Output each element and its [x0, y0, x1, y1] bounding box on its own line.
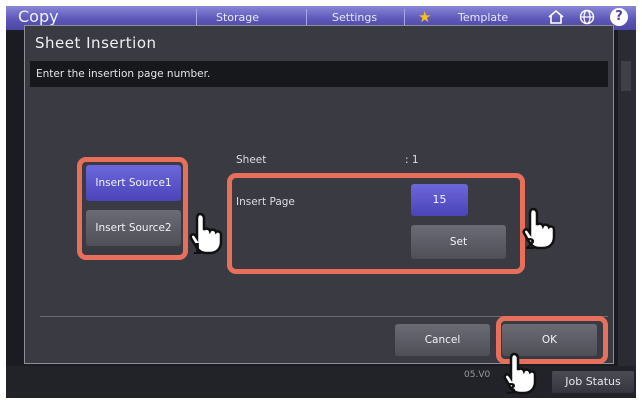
- step-number: 2: [525, 235, 535, 251]
- background-scroll-strip: [621, 61, 631, 91]
- version-text: 05.V0: [464, 370, 491, 380]
- home-icon[interactable]: [547, 8, 565, 26]
- step-number: 3: [506, 380, 516, 396]
- hand-pointer-icon: 1: [189, 212, 223, 256]
- sheet-label: Sheet: [236, 154, 267, 166]
- tab-storage[interactable]: Storage: [216, 11, 259, 24]
- app-title: Copy: [18, 7, 59, 26]
- screen: Copy Storage Settings ★ Template ? 05.V0…: [0, 0, 642, 405]
- instruction-bar: Enter the insertion page number.: [30, 61, 608, 87]
- tab-template[interactable]: Template: [458, 11, 508, 24]
- job-status-button[interactable]: Job Status: [552, 371, 634, 393]
- cancel-button[interactable]: Cancel: [395, 324, 490, 356]
- star-icon[interactable]: ★: [418, 9, 431, 25]
- hand-pointer-icon: 3: [503, 352, 537, 396]
- help-icon[interactable]: ?: [610, 8, 628, 26]
- step-number: 1: [192, 240, 202, 256]
- sheet-value: : 1: [405, 154, 419, 166]
- highlight-source-buttons: [77, 157, 188, 260]
- hand-pointer-icon: 2: [522, 207, 556, 251]
- highlight-insert-page: [227, 173, 525, 274]
- tab-settings[interactable]: Settings: [332, 11, 377, 24]
- instruction-text: Enter the insertion page number.: [36, 68, 211, 80]
- status-area: [6, 366, 636, 398]
- dialog-title: Sheet Insertion: [35, 34, 157, 52]
- globe-icon[interactable]: [579, 9, 595, 25]
